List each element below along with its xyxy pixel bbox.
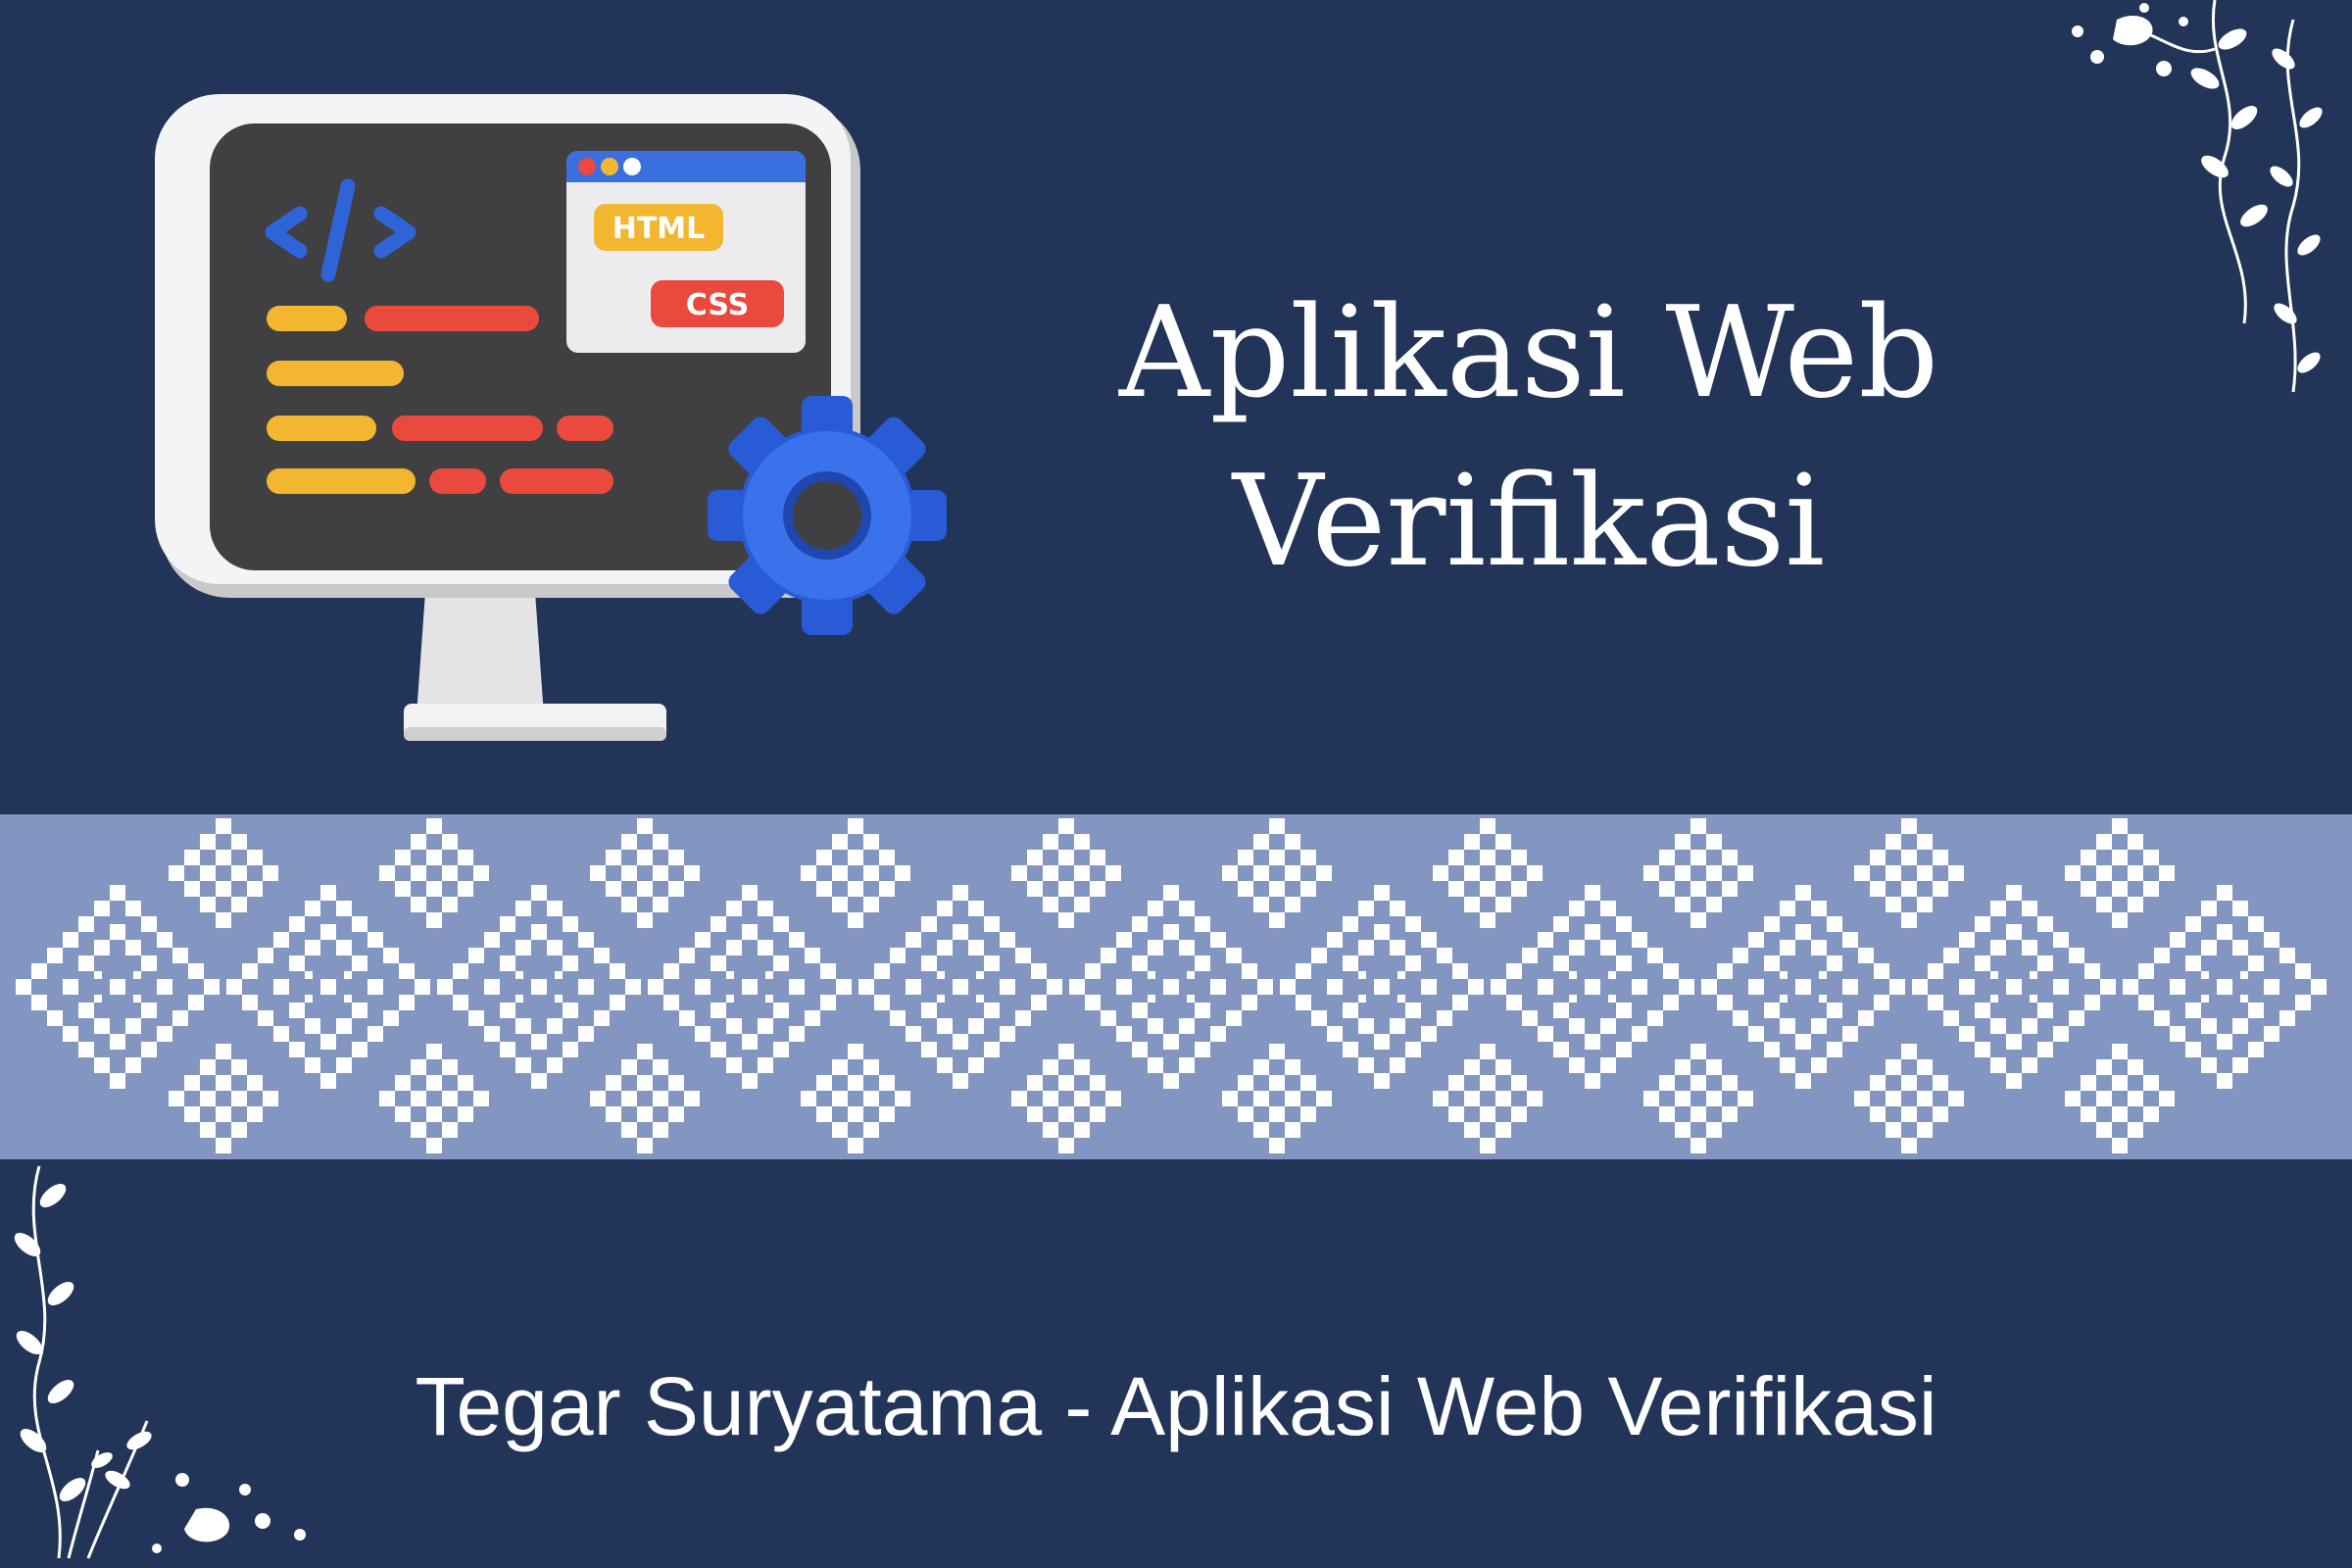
window-dot-red [578, 158, 596, 175]
css-badge-label: CSS [686, 288, 749, 322]
monitor-illustration: HTML CSS [155, 94, 947, 741]
page-title: Aplikasi Web Verifikasi [1039, 270, 2019, 607]
footer-caption: Tegar Suryatama - Aplikasi Web Verifikas… [415, 1360, 1937, 1452]
pattern-band [0, 814, 2352, 1159]
pattern-row-small-bottom [169, 1044, 2175, 1153]
title-line-2: Verifikasi [1232, 449, 1826, 595]
gear-icon [708, 396, 947, 635]
pattern-row-large [16, 885, 2327, 1089]
ornament-pattern [16, 818, 2327, 1153]
pattern-row-small-top [169, 818, 2175, 928]
poster: HTML CSS Aplikasi Web Verifikasi Tegar S… [0, 0, 2352, 1568]
window-dot-yellow [601, 158, 618, 175]
html-badge-label: HTML [612, 212, 706, 246]
monitor-stand [416, 578, 544, 715]
floral-flourish-top-right [2072, 0, 2323, 393]
browser-window: HTML CSS [566, 151, 806, 353]
window-dot-white [623, 158, 641, 175]
title-line-1: Aplikasi Web [1118, 280, 1939, 426]
